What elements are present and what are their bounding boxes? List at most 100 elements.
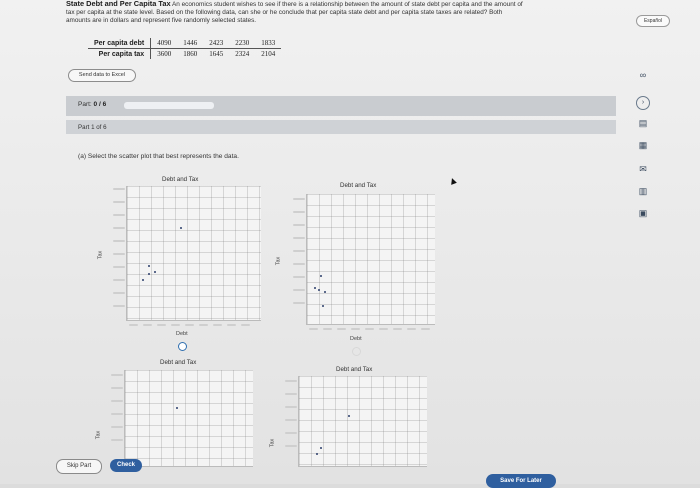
x-tick [407,328,416,330]
y-tick [113,279,125,281]
screen: State Debt and Per Capita Tax An economi… [0,0,700,488]
problem-line-1: State Debt and Per Capita Tax An economi… [66,0,523,8]
table-cell: 2230 [229,38,256,49]
table-cell: 1446 [177,38,204,49]
progress-value: 0 / 6 [93,101,107,108]
mouse-cursor [449,177,457,185]
y-tick [293,224,305,226]
table-header-debt: Per capita debt [88,38,152,49]
data-point [147,264,151,268]
y-tick [285,380,297,382]
data-point [323,290,327,294]
plot-b-xlabel: Debt [350,336,362,342]
y-tick [113,253,125,255]
table-cell: 2423 [203,38,230,49]
progress-bar [124,102,214,109]
scatter-plot-b [293,194,435,330]
x-tick [365,328,374,330]
y-tick [113,266,125,268]
y-tick [111,400,123,402]
y-tick [113,201,125,203]
y-tick [293,302,305,304]
data-point [319,446,323,450]
textbook-icon[interactable]: ▤ [636,116,650,130]
data-point [179,226,183,230]
y-tick [293,211,305,213]
data-point [147,272,151,276]
y-tick [285,432,297,434]
plot-b-title: Debt and Tax [340,182,377,189]
table-row: Per capita tax 3600 1860 1645 2324 2104 [88,48,281,59]
y-tick [113,292,125,294]
x-tick [241,324,250,326]
problem-title: State Debt and Per Capita Tax [66,0,171,8]
chevron-circle-icon[interactable]: › [636,96,650,110]
data-point [317,288,321,292]
y-tick [285,419,297,421]
radio-plot-b[interactable] [352,347,361,356]
y-tick [293,250,305,252]
problem-line-2: tax per capita at the state level. Based… [66,9,503,16]
data-point [319,274,323,278]
scatter-plot-d [285,376,427,467]
x-tick [185,324,194,326]
x-tick [393,328,402,330]
y-tick [113,214,125,216]
y-tick [111,426,123,428]
y-tick [293,237,305,239]
data-point [175,406,179,410]
table-icon[interactable]: ▣ [636,206,650,220]
y-tick [113,188,125,190]
y-tick [113,305,125,307]
y-tick [285,406,297,408]
question-text: (a) Select the scatter plot that best re… [78,153,239,160]
mail-icon[interactable]: ✉ [636,162,650,176]
y-tick [111,387,123,389]
y-tick [293,263,305,265]
y-tick [111,413,123,415]
x-tick [379,328,388,330]
y-tick [293,276,305,278]
data-point [321,304,325,308]
x-tick [199,324,208,326]
y-tick [113,240,125,242]
infinity-icon[interactable]: ∞ [636,68,650,82]
plot-d-ylabel: Tax [269,438,276,448]
x-tick [157,324,166,326]
x-tick [129,324,138,326]
x-tick [213,324,222,326]
table-header-tax: Per capita tax [88,48,152,59]
data-point [347,414,351,418]
x-tick [143,324,152,326]
table-row: Per capita debt 4090 1446 2423 2230 1833 [88,38,282,49]
language-button[interactable]: Español [636,15,670,27]
send-to-excel-button[interactable]: Send data to Excel [68,69,136,82]
y-tick [111,439,123,441]
table-cell: 2104 [261,50,276,58]
chart-icon[interactable]: ▥ [636,184,650,198]
save-for-later-button[interactable]: Save For Later [486,474,556,488]
y-tick [293,198,305,200]
plot-c-ylabel: Tax [95,430,102,440]
data-point [313,286,317,290]
table-cell: 1645 [209,50,224,58]
plot-a-xlabel: Debt [176,331,188,337]
x-tick [171,324,180,326]
table-cell: 1833 [255,38,282,49]
skip-part-button[interactable]: Skip Part [56,459,102,474]
x-tick [323,328,332,330]
calculator-icon[interactable]: ▦ [636,138,650,152]
x-tick [309,328,318,330]
plot-d-title: Debt and Tax [336,366,373,373]
y-tick [293,289,305,291]
y-tick [285,393,297,395]
y-tick [285,445,297,447]
y-tick [113,227,125,229]
table-cell: 4090 [150,38,178,49]
scatter-plot-c [111,370,253,467]
check-button[interactable]: Check [110,459,142,472]
x-tick [227,324,236,326]
data-table: Per capita debt 4090 1446 2423 2230 1833… [88,38,282,59]
problem-line-3: amounts are in dollars and represent fiv… [66,17,257,24]
radio-plot-a[interactable] [178,342,187,351]
